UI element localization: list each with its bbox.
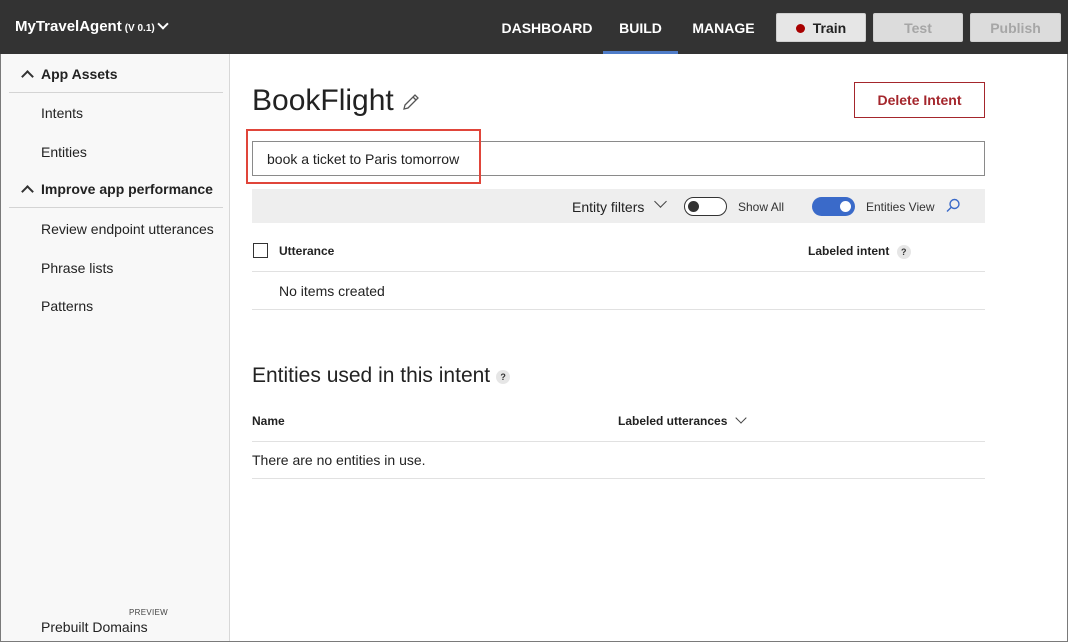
- entities-section-title: Entities used in this intent?: [252, 364, 511, 388]
- column-header-label: Labeled intent: [808, 244, 890, 258]
- show-all-label: Show All: [738, 200, 785, 214]
- sidebar-section-app-assets[interactable]: App Assets: [9, 55, 223, 93]
- entity-filters-dropdown[interactable]: Entity filters: [572, 199, 644, 215]
- sidebar-item-phrase-lists[interactable]: Phrase lists: [41, 260, 113, 276]
- sidebar-item-entities[interactable]: Entities: [41, 144, 87, 160]
- top-navigation-bar: MyTravelAgent (V 0.1) DASHBOARD BUILD MAN…: [0, 0, 1068, 54]
- utterances-table-header: Utterance Labeled intent ?: [252, 232, 985, 272]
- column-header-utterance[interactable]: Utterance: [279, 244, 334, 258]
- filter-toolbar: Entity filters Show All Entities View: [252, 189, 985, 223]
- tab-manage[interactable]: MANAGE: [685, 0, 762, 54]
- sidebar-item-intents[interactable]: Intents: [41, 105, 83, 121]
- empty-entities-message: There are no entities in use.: [252, 442, 985, 479]
- search-icon[interactable]: [944, 197, 962, 215]
- chevron-down-icon[interactable]: [654, 195, 667, 208]
- app-version: (V 0.1): [124, 23, 155, 34]
- utterance-input[interactable]: [252, 141, 985, 176]
- help-icon[interactable]: ?: [496, 370, 511, 384]
- show-all-toggle[interactable]: [684, 197, 727, 216]
- column-header-name[interactable]: Name: [252, 414, 285, 428]
- entities-view-label: Entities View: [866, 200, 935, 214]
- pencil-edit-icon[interactable]: [401, 92, 421, 112]
- chevron-up-icon: [21, 70, 34, 83]
- sidebar: App Assets Intents Entities Improve app …: [1, 54, 230, 641]
- app-switcher[interactable]: MyTravelAgent (V 0.1): [15, 18, 169, 35]
- status-dot-icon: [795, 24, 805, 33]
- delete-intent-button[interactable]: Delete Intent: [854, 82, 985, 118]
- publish-button[interactable]: Publish: [970, 13, 1061, 42]
- chevron-down-icon: [735, 412, 748, 424]
- train-button-label: Train: [812, 20, 847, 36]
- help-icon[interactable]: ?: [896, 245, 911, 259]
- chevron-down-icon: [157, 18, 169, 30]
- train-button[interactable]: Train: [776, 13, 866, 42]
- entities-table-header: Name Labeled utterances: [252, 402, 985, 442]
- toggle-knob: [688, 200, 699, 212]
- sidebar-item-prebuilt-domains[interactable]: Prebuilt Domains: [41, 619, 148, 635]
- tab-build[interactable]: BUILD: [603, 0, 678, 54]
- sidebar-section-improve-app-performance[interactable]: Improve app performance: [9, 170, 223, 208]
- select-all-checkbox[interactable]: [253, 243, 268, 258]
- chevron-up-icon: [21, 185, 34, 198]
- column-header-label: Labeled utterances: [618, 414, 728, 428]
- tab-dashboard[interactable]: DASHBOARD: [498, 0, 596, 54]
- sidebar-item-review-endpoint-utterances[interactable]: Review endpoint utterances: [41, 221, 214, 237]
- column-header-labeled-intent[interactable]: Labeled intent ?: [808, 244, 911, 259]
- toggle-knob: [840, 201, 851, 212]
- sidebar-section-label: App Assets: [41, 66, 118, 82]
- page-title: BookFlight: [252, 84, 394, 117]
- sidebar-item-patterns[interactable]: Patterns: [41, 298, 93, 314]
- column-header-labeled-utterances[interactable]: Labeled utterances: [618, 412, 748, 428]
- section-title-label: Entities used in this intent: [252, 364, 491, 387]
- entities-view-toggle[interactable]: [812, 197, 855, 216]
- app-name: MyTravelAgent: [15, 18, 122, 35]
- preview-badge: PREVIEW: [129, 608, 168, 617]
- test-button[interactable]: Test: [873, 13, 963, 42]
- empty-utterances-message: No items created: [252, 272, 985, 310]
- sidebar-section-label: Improve app performance: [41, 181, 213, 197]
